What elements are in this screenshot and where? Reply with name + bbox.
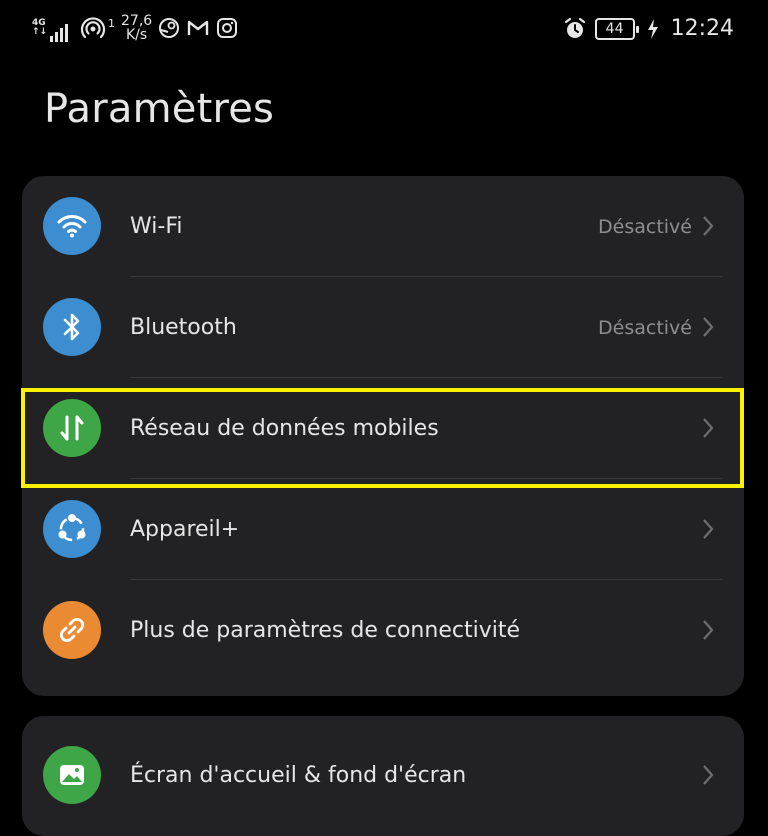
device-plus-icon — [43, 500, 101, 558]
status-bar: 4G ↑↓ 1 27,6 K/s 44 12:24 — [0, 0, 768, 62]
settings-item-label: Plus de paramètres de connectivité — [130, 618, 520, 643]
gmail-icon — [187, 20, 209, 35]
settings-item-home-screen-wallpaper[interactable]: Écran d'accueil & fond d'écran — [22, 725, 744, 826]
chevron-right-icon — [703, 216, 714, 236]
hotspot-icon — [80, 17, 106, 39]
battery-level: 44 — [605, 20, 624, 37]
network-speed: 27,6 K/s — [121, 14, 152, 42]
chevron-right-icon — [703, 765, 714, 785]
settings-item-label: Wi-Fi — [130, 214, 183, 239]
settings-item-label: Appareil+ — [130, 517, 240, 542]
clock: 12:24 — [670, 16, 734, 41]
settings-group-connectivity: Wi-Fi Désactivé Bluetooth Désactivé Rése… — [22, 176, 744, 696]
instagram-icon — [217, 18, 238, 38]
steam-icon — [159, 18, 180, 38]
settings-item-bluetooth[interactable]: Bluetooth Désactivé — [22, 277, 744, 378]
battery-icon: 44 — [594, 17, 639, 40]
wifi-icon — [43, 197, 101, 255]
chevron-right-icon — [703, 418, 714, 438]
network-type: 4G ↑↓ — [32, 19, 48, 37]
settings-item-label: Réseau de données mobiles — [130, 416, 439, 441]
signal-icon — [50, 20, 68, 42]
speed-unit: K/s — [125, 27, 148, 43]
settings-item-more-connectivity[interactable]: Plus de paramètres de connectivité — [22, 580, 744, 681]
chevron-right-icon — [703, 317, 714, 337]
settings-item-label: Écran d'accueil & fond d'écran — [130, 763, 467, 788]
settings-item-label: Bluetooth — [130, 315, 237, 340]
charging-icon — [647, 18, 658, 39]
hotspot-count: 1 — [108, 16, 115, 30]
chevron-right-icon — [703, 620, 714, 640]
settings-group-display: Écran d'accueil & fond d'écran — [22, 716, 744, 836]
settings-item-device-plus[interactable]: Appareil+ — [22, 479, 744, 580]
bluetooth-icon — [43, 298, 101, 356]
network-direction: ↑↓ — [32, 27, 48, 37]
link-icon — [43, 601, 101, 659]
status-bar-left: 4G ↑↓ 1 27,6 K/s — [32, 14, 238, 42]
settings-item-status: Désactivé — [598, 215, 692, 238]
page-title: Paramètres — [44, 86, 275, 132]
chevron-right-icon — [703, 519, 714, 539]
settings-item-mobile-data[interactable]: Réseau de données mobiles — [22, 378, 744, 479]
wallpaper-icon — [43, 746, 101, 804]
settings-item-status: Désactivé — [598, 316, 692, 339]
status-bar-right: 44 12:24 — [563, 16, 734, 41]
speed-value: 27,6 — [121, 13, 153, 29]
mobile-data-icon — [43, 399, 101, 457]
settings-item-wifi[interactable]: Wi-Fi Désactivé — [22, 176, 744, 277]
alarm-icon — [564, 17, 585, 38]
